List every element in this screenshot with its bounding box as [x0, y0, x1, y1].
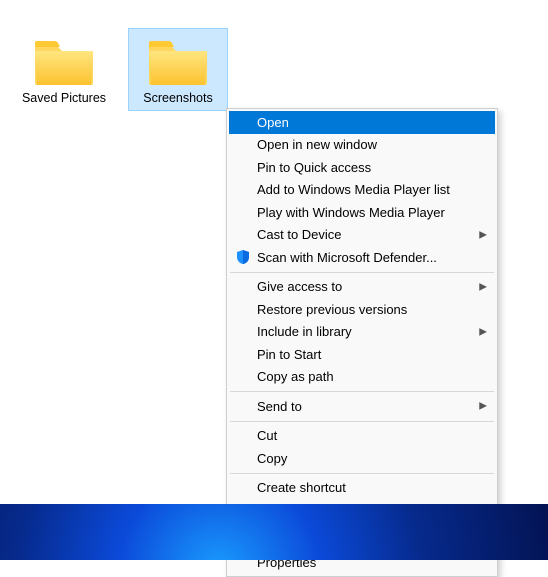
menu-item-add-to-windows-media-player-list[interactable]: Add to Windows Media Player list — [229, 179, 495, 202]
menu-item-label: Add to Windows Media Player list — [257, 182, 450, 197]
menu-item-label: Cast to Device — [257, 227, 342, 242]
desktop: Saved Pictures Screenshots Open Open in n… — [0, 0, 548, 560]
defender-shield-icon — [235, 249, 251, 265]
menu-separator — [230, 391, 494, 392]
menu-item-create-shortcut[interactable]: Create shortcut — [229, 477, 495, 500]
menu-item-label: Copy as path — [257, 369, 334, 384]
menu-item-pin-to-quick-access[interactable]: Pin to Quick access — [229, 156, 495, 179]
folder-saved-pictures[interactable]: Saved Pictures — [14, 28, 114, 111]
menu-separator — [230, 421, 494, 422]
menu-item-cast-to-device[interactable]: Cast to Device ▶ — [229, 224, 495, 247]
menu-separator — [230, 272, 494, 273]
menu-item-label: Cut — [257, 428, 277, 443]
menu-item-play-with-windows-media-player[interactable]: Play with Windows Media Player — [229, 201, 495, 224]
menu-item-label: Pin to Quick access — [257, 160, 371, 175]
menu-item-label: Open — [257, 115, 289, 130]
menu-item-label: Give access to — [257, 279, 342, 294]
menu-item-open[interactable]: Open — [229, 111, 495, 134]
folder-icon — [32, 35, 96, 87]
menu-item-label: Send to — [257, 399, 302, 414]
chevron-right-icon: ▶ — [479, 401, 487, 412]
menu-item-cut[interactable]: Cut — [229, 425, 495, 448]
menu-item-copy[interactable]: Copy — [229, 447, 495, 470]
menu-item-label: Copy — [257, 451, 287, 466]
chevron-right-icon: ▶ — [479, 326, 487, 337]
menu-item-include-in-library[interactable]: Include in library ▶ — [229, 321, 495, 344]
folder-label: Saved Pictures — [17, 91, 111, 106]
menu-item-pin-to-start[interactable]: Pin to Start — [229, 343, 495, 366]
menu-item-label: Pin to Start — [257, 347, 321, 362]
menu-item-open-in-new-window[interactable]: Open in new window — [229, 134, 495, 157]
menu-item-label: Open in new window — [257, 137, 377, 152]
menu-separator — [230, 473, 494, 474]
folder-icon — [146, 35, 210, 87]
menu-item-label: Restore previous versions — [257, 302, 407, 317]
menu-item-give-access-to[interactable]: Give access to ▶ — [229, 276, 495, 299]
menu-item-label: Scan with Microsoft Defender... — [257, 250, 437, 265]
menu-item-scan-with-microsoft-defender[interactable]: Scan with Microsoft Defender... — [229, 246, 495, 269]
taskbar[interactable] — [0, 504, 548, 560]
menu-item-restore-previous-versions[interactable]: Restore previous versions — [229, 298, 495, 321]
folder-label: Screenshots — [131, 91, 225, 106]
menu-item-copy-as-path[interactable]: Copy as path — [229, 366, 495, 389]
menu-item-label: Create shortcut — [257, 480, 346, 495]
chevron-right-icon: ▶ — [479, 281, 487, 292]
menu-item-send-to[interactable]: Send to ▶ — [229, 395, 495, 418]
chevron-right-icon: ▶ — [479, 229, 487, 240]
folder-screenshots[interactable]: Screenshots — [128, 28, 228, 111]
menu-item-label: Include in library — [257, 324, 352, 339]
menu-item-label: Play with Windows Media Player — [257, 205, 445, 220]
